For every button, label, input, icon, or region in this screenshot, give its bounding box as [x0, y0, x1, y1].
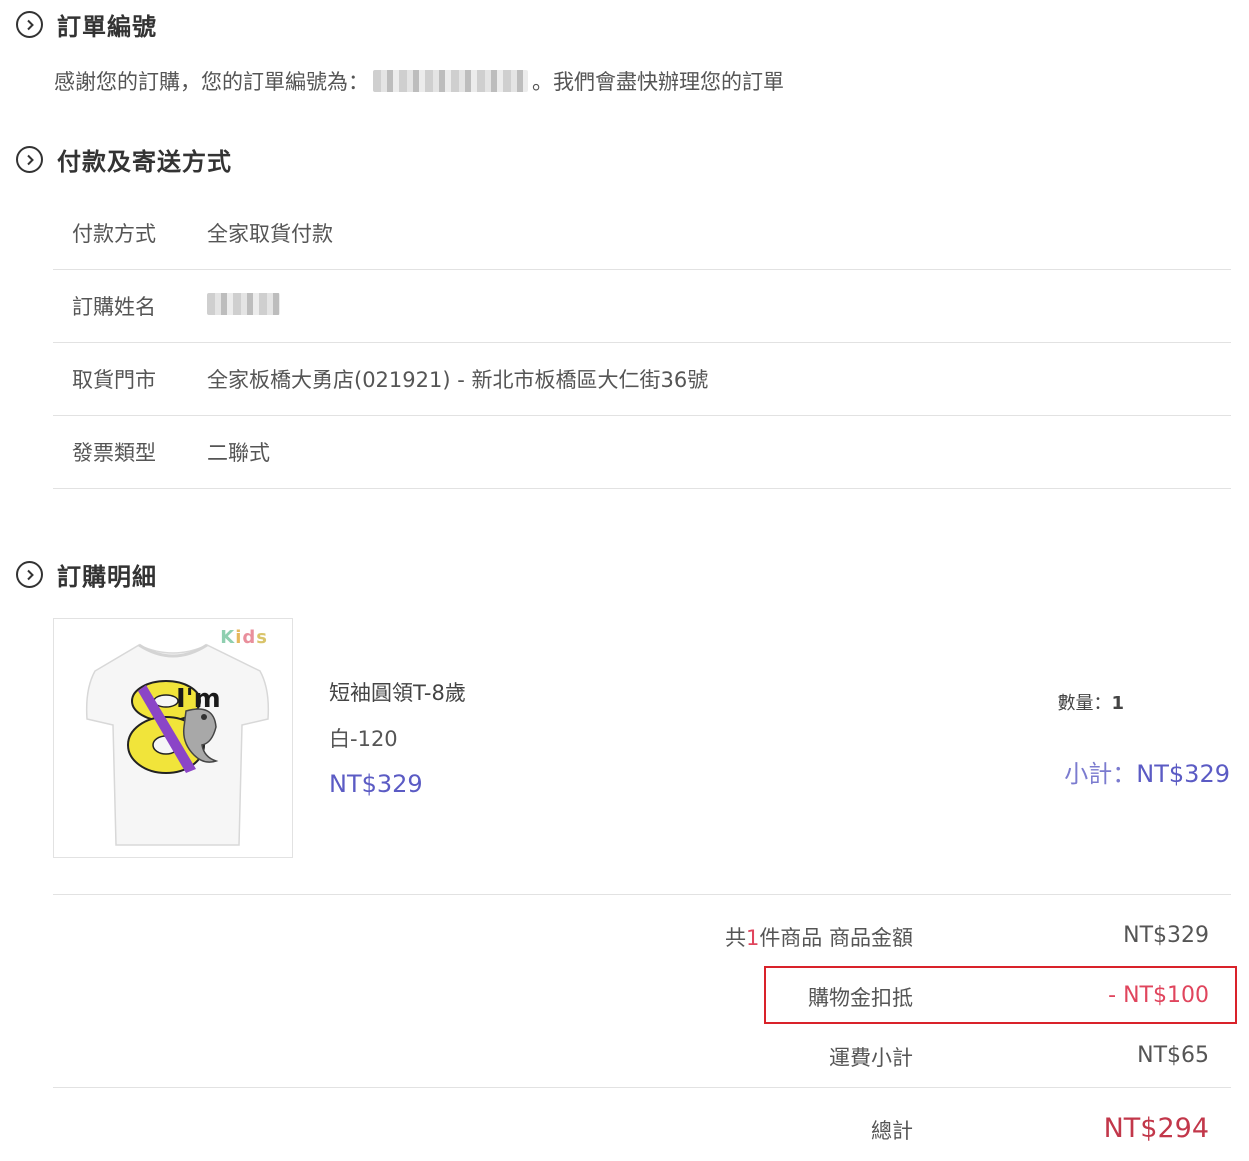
thanks-text-before: 感謝您的訂購，您的訂單編號為：: [54, 70, 369, 94]
info-label: 訂購姓名: [72, 295, 156, 319]
divider: [53, 1087, 1231, 1088]
info-row-invoice: 發票類型 二聯式: [53, 416, 1231, 489]
items-prefix: 共: [724, 926, 746, 950]
shipping-label: 運費小計: [829, 1046, 913, 1070]
quantity-label: 數量：: [1057, 693, 1112, 714]
items-suffix: 件商品 商品金額: [759, 926, 913, 950]
thanks-message: 感謝您的訂購，您的訂單編號為： 。我們會盡快辦理您的訂單: [54, 66, 784, 96]
quantity: 數量：1: [1057, 689, 1124, 715]
order-number-title: 訂單編號: [57, 13, 157, 41]
divider: [53, 894, 1231, 895]
product-name[interactable]: 短袖圓領T-8歲: [329, 677, 466, 707]
chevron-circle-icon: [16, 146, 43, 173]
order-number-header: 訂單編號: [16, 7, 157, 42]
kids-badge: Kids: [220, 627, 268, 648]
thanks-text-after: 。我們會盡快辦理您的訂單: [532, 70, 784, 94]
info-row-payment-method: 付款方式 全家取貨付款: [53, 197, 1231, 270]
chevron-circle-icon: [16, 561, 43, 588]
payment-header: 付款及寄送方式: [16, 142, 232, 177]
details-header: 訂購明細: [16, 557, 157, 592]
item-subtotal: 小計：NT$329: [1064, 754, 1230, 789]
info-row-store: 取貨門市 全家板橋大勇店(021921) - 新北市板橋區大仁街36號: [53, 343, 1231, 416]
total-label: 總計: [871, 1119, 913, 1143]
items-summary-label: 共1件商品 商品金額: [725, 922, 913, 952]
product-image[interactable]: Kids I'm: [53, 618, 293, 858]
info-value: [207, 292, 1231, 320]
info-label: 付款方式: [72, 222, 156, 246]
product-price: NT$329: [329, 770, 423, 798]
credit-amount: - NT$100: [1108, 983, 1209, 1008]
order-number-redacted: [373, 70, 528, 92]
info-value: 全家取貨付款: [207, 222, 333, 246]
payment-title: 付款及寄送方式: [57, 148, 232, 176]
info-label: 取貨門市: [72, 368, 156, 392]
details-title: 訂購明細: [57, 563, 157, 591]
credit-label: 購物金扣抵: [808, 986, 913, 1010]
subtotal-value: NT$329: [1136, 760, 1230, 788]
info-row-name: 訂購姓名: [53, 270, 1231, 343]
info-value: 全家板橋大勇店(021921) - 新北市板橋區大仁街36號: [207, 368, 709, 392]
total-amount: NT$294: [1103, 1113, 1209, 1144]
name-redacted: [207, 292, 280, 315]
subtotal-label: 小計：: [1064, 760, 1137, 788]
product-variant: 白-120: [329, 727, 398, 751]
tshirt-illustration: I'm: [85, 643, 270, 846]
items-amount: NT$329: [1123, 923, 1209, 948]
quantity-value: 1: [1111, 693, 1124, 714]
shipping-amount: NT$65: [1137, 1043, 1209, 1068]
payment-info-table: 付款方式 全家取貨付款 訂購姓名 取貨門市 全家板橋大勇店(021921) - …: [53, 197, 1231, 489]
items-count: 1: [745, 926, 760, 950]
info-value: 二聯式: [207, 441, 270, 465]
info-label: 發票類型: [72, 441, 156, 465]
chevron-circle-icon: [16, 11, 43, 38]
